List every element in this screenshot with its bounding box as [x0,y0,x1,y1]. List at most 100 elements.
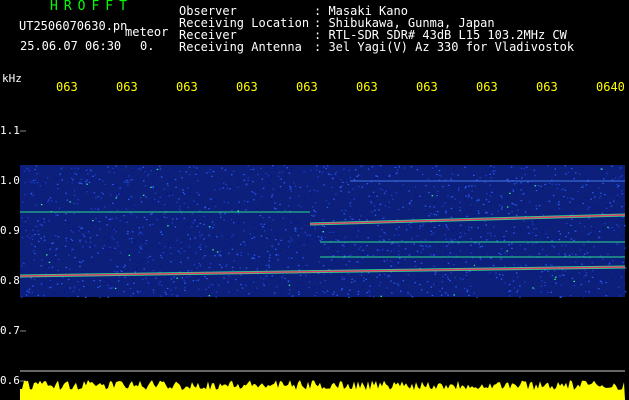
noise-speckle [30,286,32,289]
noise-speckle [519,296,521,299]
noise-speckle [459,189,461,191]
noise-speckle [126,283,129,285]
noise-speckle [401,250,403,252]
noise-speckle [459,224,462,226]
noise-speckle [371,196,374,198]
noise-speckle [211,221,214,223]
noise-speckle [608,191,610,193]
noise-speckle [618,259,620,261]
noise-speckle [26,226,29,228]
noise-speckle [161,233,164,236]
noise-speckle [118,193,120,195]
noise-speckle [578,270,580,272]
noise-speckle [243,222,245,224]
noise-speckle [388,276,391,278]
noise-speckle [379,165,382,167]
noise-speckle [28,238,31,241]
noise-speckle [468,226,470,228]
noise-speckle [308,240,310,242]
noise-speckle [365,278,367,280]
noise-speckle [38,240,40,243]
noise-speckle [139,168,142,171]
noise-speckle [250,295,252,297]
noise-speckle [466,271,468,273]
noise-speckle [500,253,502,256]
noise-speckle [31,291,34,293]
noise-speckle [414,194,417,196]
noise-speckle [269,182,272,184]
noise-speckle [225,241,227,243]
noise-speckle [281,274,283,277]
noise-speckle [311,194,313,197]
noise-speckle [379,166,382,168]
noise-speckle [494,191,496,193]
noise-speckle [534,175,536,177]
noise-speckle [354,244,356,246]
noise-speckle [277,274,279,276]
noise-speckle [191,241,193,243]
noise-speckle [570,224,572,226]
noise-speckle [96,208,98,210]
noise-speckle [164,190,166,192]
noise-speckle [336,258,339,260]
noise-speckle [123,175,125,177]
noise-speckle [134,252,136,254]
noise-speckle [418,278,420,280]
noise-speckle [195,252,197,254]
noise-speckle [547,236,549,238]
noise-speckle [272,219,274,221]
noise-speckle [190,285,193,287]
noise-speckle [291,257,293,259]
noise-speckle [608,247,611,249]
noise-speckle [134,271,137,273]
noise-speckle [271,196,273,198]
noise-speckle [404,258,406,261]
noise-speckle [411,238,413,240]
noise-speckle [567,232,570,234]
noise-speckle [152,187,154,189]
noise-speckle [72,250,74,252]
noise-speckle [24,224,26,226]
noise-speckle [485,211,487,213]
noise-speckle [525,264,527,266]
noise-speckle [306,234,308,236]
noise-speckle [60,207,62,209]
noise-speckle [515,177,518,179]
noise-speckle [51,200,53,202]
noise-speckle [470,197,473,199]
noise-speckle [508,295,511,297]
noise-speckle [77,295,79,298]
noise-speckle [622,261,624,264]
noise-speckle [142,226,144,228]
noise-speckle [535,205,537,207]
noise-speckle [582,165,585,167]
noise-speckle [366,245,368,247]
noise-speckle [85,296,87,298]
noise-speckle [103,276,105,278]
noise-speckle [517,209,519,211]
noise-speckle [72,179,74,181]
noise-speckle [137,262,139,264]
noise-speckle [57,236,60,238]
noise-speckle [160,230,162,232]
noise-speckle [463,197,466,200]
noise-speckle [476,231,479,233]
noise-speckle [299,256,302,258]
noise-speckle [317,220,319,222]
noise-speckle [506,206,509,208]
noise-speckle [127,231,129,233]
noise-speckle [324,229,327,232]
noise-speckle [445,224,447,226]
noise-speckle [247,201,249,203]
noise-speckle [408,254,411,256]
noise-speckle [485,174,487,177]
noise-speckle [104,279,106,281]
noise-speckle [43,239,46,241]
noise-speckle [223,219,225,221]
noise-speckle [412,255,414,257]
noise-speckle [147,173,150,175]
noise-speckle [384,273,386,276]
noise-speckle [286,252,288,255]
noise-speckle [464,187,466,189]
noise-speckle [499,274,501,276]
